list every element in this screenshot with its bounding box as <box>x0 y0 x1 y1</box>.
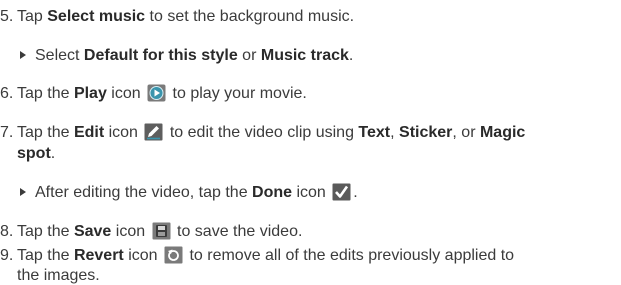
step-7: 7. Tap the Edit icon to edit the video cl… <box>0 123 526 141</box>
step-5-bullet: Select Default for this style or Music t… <box>20 46 353 65</box>
step-number: 8. <box>0 223 14 240</box>
save-icon <box>152 222 171 240</box>
step-number: 9. <box>0 247 14 264</box>
bullet-arrow-icon <box>20 51 26 59</box>
step-number: 6. <box>0 85 14 102</box>
step-number: 5. <box>0 8 14 25</box>
edit-icon <box>144 123 163 141</box>
select-music-label: Select music <box>47 8 146 25</box>
step-7-continuation: spot. <box>17 145 56 162</box>
bullet-arrow-icon <box>20 188 26 196</box>
step-7-bullet: After editing the video, tap the Done ic… <box>20 183 358 202</box>
step-6: 6. Tap the Play icon to play your movie. <box>0 84 307 102</box>
play-icon <box>147 84 166 102</box>
step-9: 9. Tap the Revert icon to remove all of t… <box>0 246 515 264</box>
checkmark-icon <box>332 183 351 201</box>
step-8: 8. Tap the Save icon to save the video. <box>0 222 303 240</box>
revert-icon <box>164 246 183 264</box>
step-5: 5. Tap Select music to set the background… <box>0 8 355 25</box>
step-number: 7. <box>0 124 14 141</box>
step-9-continuation: the images. <box>17 267 100 284</box>
